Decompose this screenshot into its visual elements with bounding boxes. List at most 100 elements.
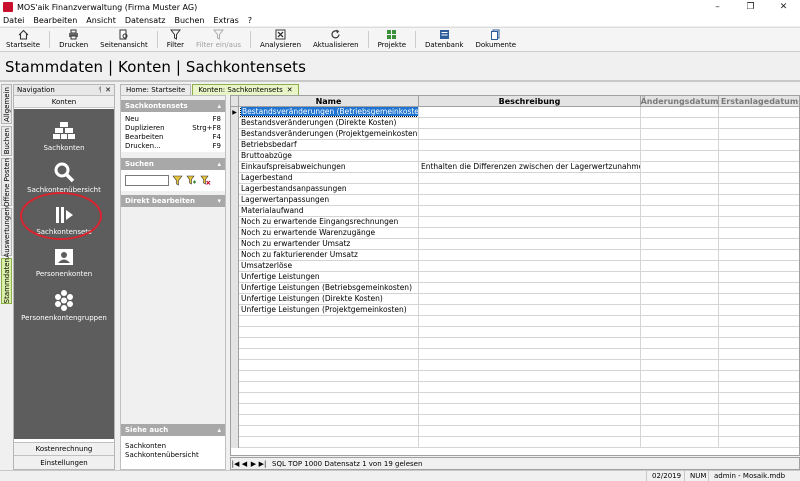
direkt-bearbeiten-group-header[interactable]: Direkt bearbeiten ▾ (121, 195, 225, 207)
row-header[interactable] (231, 239, 239, 250)
close-icon[interactable]: ✕ (105, 86, 111, 94)
projekte-button[interactable]: Projekte (372, 28, 412, 51)
dokumente-button[interactable]: Dokumente (469, 28, 522, 51)
filter-search-icon[interactable] (172, 175, 183, 186)
row-header[interactable] (231, 118, 239, 129)
table-row[interactable]: Unfertige Leistungen (Direkte Kosten) (231, 294, 799, 305)
row-header[interactable] (231, 349, 239, 360)
minimize-button[interactable]: – (701, 0, 734, 14)
menu-ansicht[interactable]: Ansicht (86, 16, 116, 25)
table-row[interactable]: Noch zu erwartender Umsatz (231, 239, 799, 250)
menu-buchen[interactable]: Buchen (174, 16, 204, 25)
table-row[interactable]: Betriebsbedarf (231, 140, 799, 151)
table-row[interactable]: Materialaufwand (231, 206, 799, 217)
column-header-name[interactable]: Name (239, 96, 419, 107)
vtab-offene-posten[interactable]: Offene Posten (1, 158, 12, 207)
close-button[interactable]: ✕ (767, 0, 800, 14)
filter-button[interactable]: Filter (161, 28, 190, 51)
column-header-erstanlagedatum[interactable]: Erstanlagedatum (719, 96, 799, 107)
drucken-button[interactable]: Drucken (53, 28, 94, 51)
search-input[interactable] (125, 175, 169, 186)
action-drucken[interactable]: Drucken... F9 (125, 141, 221, 150)
row-header[interactable] (231, 294, 239, 305)
menu-datensatz[interactable]: Datensatz (125, 16, 166, 25)
nav-item-personenkonten[interactable]: Personenkonten (14, 247, 114, 278)
row-header[interactable] (231, 140, 239, 151)
action-bearbeiten[interactable]: Bearbeiten F4 (125, 132, 221, 141)
row-header[interactable] (231, 316, 239, 327)
startseite-button[interactable]: Startseite (0, 28, 46, 51)
menu-help[interactable]: ? (248, 16, 252, 25)
menu-datei[interactable]: Datei (3, 16, 24, 25)
nav-kostenrechnung[interactable]: Kostenrechnung (14, 442, 114, 455)
row-header[interactable] (231, 261, 239, 272)
nav-item-sachkontensets[interactable]: Sachkontensets (14, 205, 114, 236)
column-header-aenderungsdatum[interactable]: Änderungsdatum (641, 96, 719, 107)
navigation-section-header[interactable]: Konten (14, 96, 114, 108)
table-row[interactable]: Noch zu erwartende Eingangsrechnungen (231, 217, 799, 228)
table-row[interactable]: Umsatzerlöse (231, 261, 799, 272)
row-header[interactable] (231, 360, 239, 371)
previous-record-button[interactable]: ◀ (240, 458, 249, 469)
row-header[interactable] (231, 129, 239, 140)
nav-item-personenkontengruppen[interactable]: Personenkontengruppen (14, 289, 114, 322)
row-header[interactable] (231, 184, 239, 195)
seitenansicht-button[interactable]: Seitenansicht (94, 28, 154, 51)
row-header[interactable] (231, 371, 239, 382)
column-header-beschreibung[interactable]: Beschreibung (419, 96, 641, 107)
suchen-group-header[interactable]: Suchen ▴ (121, 158, 225, 170)
action-duplizieren[interactable]: Duplizieren Strg+F8 (125, 123, 221, 132)
table-row[interactable]: Bestandsveränderungen (Projektgemeinkost… (231, 129, 799, 140)
row-header[interactable] (231, 217, 239, 228)
row-header[interactable] (231, 228, 239, 239)
table-row[interactable]: Unfertige Leistungen (Betriebsgemeinkost… (231, 283, 799, 294)
table-row[interactable]: Lagerwertanpassungen (231, 195, 799, 206)
pin-icon[interactable]: ᛩ (98, 86, 102, 94)
row-header[interactable] (231, 415, 239, 426)
tab-sachkontensets[interactable]: Konten: Sachkontensets ✕ (192, 84, 299, 95)
analysieren-button[interactable]: Analysieren (254, 28, 307, 51)
last-record-button[interactable]: ▶| (258, 458, 267, 469)
row-header[interactable] (231, 250, 239, 261)
row-header[interactable] (231, 283, 239, 294)
row-header[interactable] (231, 151, 239, 162)
row-header[interactable] (231, 206, 239, 217)
nav-item-sachkontenuebersicht[interactable]: Sachkontenübersicht (14, 161, 114, 194)
sachkontensets-group-header[interactable]: Sachkontensets ▴ (121, 100, 225, 112)
table-row[interactable]: Lagerbestandsanpassungen (231, 184, 799, 195)
maximize-button[interactable]: ❐ (734, 0, 767, 14)
vtab-allgemein[interactable]: Allgemein (1, 84, 12, 124)
menu-bearbeiten[interactable]: Bearbeiten (33, 16, 77, 25)
vtab-auswertungen[interactable]: Auswertungen (1, 207, 12, 257)
filter-toggle-button[interactable]: Filter ein/aus (190, 28, 247, 51)
table-row[interactable]: Noch zu erwartende Warenzugänge (231, 228, 799, 239)
filter-add-icon[interactable] (186, 175, 197, 186)
menu-extras[interactable]: Extras (213, 16, 238, 25)
table-row[interactable]: Bruttoabzüge (231, 151, 799, 162)
table-row[interactable]: Lagerbestand (231, 173, 799, 184)
row-header[interactable] (231, 393, 239, 404)
close-tab-icon[interactable]: ✕ (287, 86, 293, 94)
action-neu[interactable]: Neu F8 (125, 114, 221, 123)
vtab-buchen[interactable]: Buchen (1, 126, 12, 156)
datenbank-button[interactable]: Datenbank (419, 28, 469, 51)
row-header[interactable] (231, 272, 239, 283)
row-header[interactable] (231, 338, 239, 349)
row-header[interactable] (231, 404, 239, 415)
nav-item-sachkonten[interactable]: Sachkonten (14, 121, 114, 152)
nav-einstellungen[interactable]: Einstellungen (14, 455, 114, 469)
row-header[interactable] (231, 195, 239, 206)
row-header[interactable] (231, 426, 239, 437)
table-row[interactable]: Unfertige Leistungen (Projektgemeinkoste… (231, 305, 799, 316)
row-header[interactable] (231, 162, 239, 173)
aktualisieren-button[interactable]: Aktualisieren (307, 28, 365, 51)
filter-clear-icon[interactable] (200, 175, 211, 186)
row-header[interactable] (231, 305, 239, 316)
link-sachkonten[interactable]: Sachkonten (125, 441, 221, 450)
tab-startseite[interactable]: Home: Startseite (120, 84, 192, 95)
table-row[interactable]: Noch zu fakturierender Umsatz (231, 250, 799, 261)
table-row[interactable]: ▶ Bestandsveränderungen (Betriebsgemeinko… (231, 107, 799, 118)
next-record-button[interactable]: ▶ (249, 458, 258, 469)
vtab-stammdaten[interactable]: Stammdaten (1, 258, 12, 304)
link-sachkontenuebersicht[interactable]: Sachkontenübersicht (125, 450, 221, 459)
